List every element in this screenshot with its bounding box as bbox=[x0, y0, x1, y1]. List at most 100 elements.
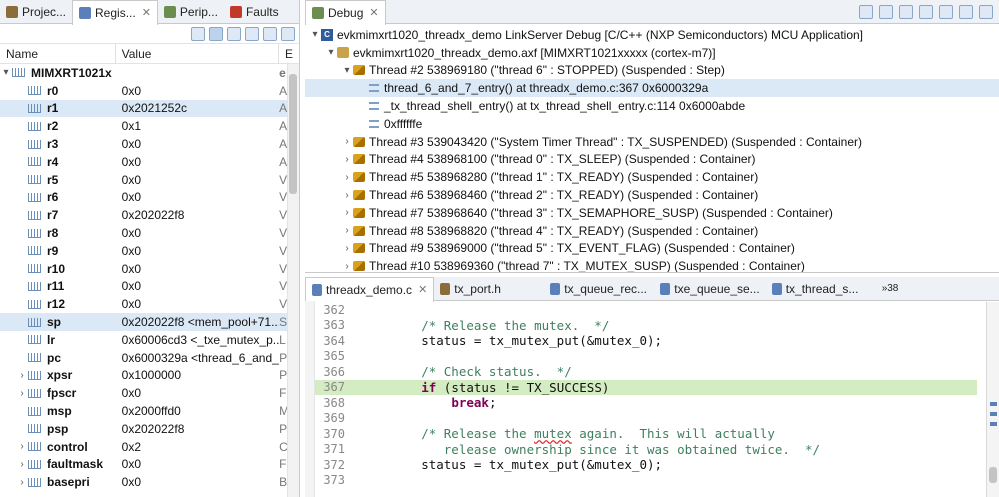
chevron-right-icon[interactable]: › bbox=[341, 243, 353, 254]
register-row-faultmask[interactable]: › faultmask 0x0 F bbox=[0, 456, 299, 474]
register-row-r0[interactable]: r0 0x0 A bbox=[0, 82, 299, 100]
thread-row[interactable]: › Thread #10 538969360 ("thread 7" : TX_M… bbox=[305, 257, 999, 272]
code-line[interactable]: 373 bbox=[315, 473, 977, 489]
register-value[interactable]: 0x0 bbox=[116, 279, 279, 293]
chevron-right-icon[interactable]: › bbox=[16, 459, 28, 470]
format-icon[interactable] bbox=[227, 26, 241, 41]
editor-tab[interactable]: tx_queue_rec... bbox=[544, 277, 654, 301]
overview-marker[interactable] bbox=[990, 412, 997, 416]
maximize-icon[interactable] bbox=[979, 5, 993, 19]
stack-frame-row[interactable]: thread_6_and_7_entry() at threadx_demo.c… bbox=[305, 79, 999, 98]
register-row-r7[interactable]: r7 0x202022f8 V bbox=[0, 206, 299, 224]
register-value[interactable]: 0x0 bbox=[116, 262, 279, 276]
new-group-icon[interactable] bbox=[245, 26, 259, 41]
remove-launch-icon[interactable] bbox=[859, 5, 873, 19]
root-row[interactable]: ▾ MIMXRT1021x e bbox=[0, 64, 299, 82]
register-row-r10[interactable]: r10 0x0 V bbox=[0, 260, 299, 278]
register-value[interactable]: 0x1 bbox=[116, 119, 279, 133]
register-value[interactable]: 0x0 bbox=[116, 297, 279, 311]
register-value[interactable]: 0x1000000 bbox=[116, 368, 279, 382]
code-line[interactable]: 369 bbox=[315, 411, 977, 427]
stack-frame-row[interactable]: 0xffffffe bbox=[305, 115, 999, 133]
close-icon[interactable]: ✕ bbox=[418, 283, 427, 296]
chevron-right-icon[interactable]: › bbox=[16, 388, 28, 399]
register-row-r5[interactable]: r5 0x0 V bbox=[0, 171, 299, 189]
chevron-right-icon[interactable]: › bbox=[341, 190, 353, 201]
register-row-lr[interactable]: lr 0x60006cd3 <_txe_mutex_p... L bbox=[0, 331, 299, 349]
register-value[interactable]: 0x0 bbox=[116, 84, 279, 98]
register-value[interactable]: 0x60006cd3 <_txe_mutex_p... bbox=[116, 333, 279, 347]
tab-peripherals[interactable]: Perip... bbox=[158, 0, 224, 24]
editor-tab[interactable]: threadx_demo.c ✕ bbox=[305, 277, 435, 302]
export-icon[interactable] bbox=[263, 26, 277, 41]
tab-faults[interactable]: Faults bbox=[224, 0, 285, 24]
chevron-right-icon[interactable]: › bbox=[341, 154, 353, 165]
close-icon[interactable]: ✕ bbox=[369, 6, 378, 19]
collapse-all-icon[interactable] bbox=[191, 26, 205, 41]
register-row-r11[interactable]: r11 0x0 V bbox=[0, 278, 299, 296]
register-value[interactable]: 0x0 bbox=[116, 244, 279, 258]
code-line[interactable]: 364 status = tx_mutex_put(&mutex_0); bbox=[315, 333, 977, 349]
thread-row[interactable]: › Thread #8 538968820 ("thread 4" : TX_RE… bbox=[305, 222, 999, 240]
thread-row[interactable]: › Thread #5 538968280 ("thread 1" : TX_RE… bbox=[305, 168, 999, 186]
register-value[interactable]: 0x0 bbox=[116, 226, 279, 240]
binary-row[interactable]: ▾ evkmimxrt1020_threadx_demo.axf [MIMXRT… bbox=[305, 44, 999, 62]
chevron-right-icon[interactable]: › bbox=[341, 207, 353, 218]
launch-row[interactable]: ▾ C evkmimxrt1020_threadx_demo LinkServe… bbox=[305, 26, 999, 44]
register-value[interactable]: 0x202022f8 <mem_pool+71... bbox=[116, 315, 279, 329]
register-row-basepri[interactable]: › basepri 0x0 B bbox=[0, 473, 299, 491]
register-value[interactable]: 0x0 bbox=[116, 155, 279, 169]
code-line[interactable]: 367 if (status != TX_SUCCESS) bbox=[315, 379, 977, 395]
editor-tab[interactable]: tx_port.h bbox=[434, 277, 544, 301]
chevron-right-icon[interactable]: › bbox=[16, 477, 28, 488]
register-row-r3[interactable]: r3 0x0 A bbox=[0, 135, 299, 153]
chevron-right-icon[interactable]: › bbox=[16, 370, 28, 381]
thread-row[interactable]: › Thread #3 539043420 ("System Timer Thre… bbox=[305, 133, 999, 151]
register-row-r12[interactable]: r12 0x0 V bbox=[0, 295, 299, 313]
register-row-msp[interactable]: msp 0x2000ffd0 M bbox=[0, 402, 299, 420]
thread-row[interactable]: › Thread #9 538969000 ("thread 5" : TX_EV… bbox=[305, 240, 999, 258]
thread-row[interactable]: › Thread #4 538968100 ("thread 0" : TX_SL… bbox=[305, 151, 999, 169]
register-value[interactable]: 0x2 bbox=[116, 440, 279, 454]
editor-tab[interactable]: tx_thread_s... bbox=[766, 277, 876, 301]
view-menu-icon[interactable] bbox=[281, 26, 295, 41]
editor-scroll-thumb[interactable] bbox=[989, 467, 997, 483]
name-column-header[interactable]: Name bbox=[0, 43, 116, 64]
register-row-r2[interactable]: r2 0x1 A bbox=[0, 117, 299, 135]
code-line[interactable]: 366 /* Check status. */ bbox=[315, 364, 977, 380]
register-row-r6[interactable]: r6 0x0 V bbox=[0, 189, 299, 207]
current-thread-row[interactable]: ▾ Thread #2 538969180 ("thread 6" : STOP… bbox=[305, 62, 999, 80]
step-filter-icon[interactable] bbox=[899, 5, 913, 19]
extra-column-header[interactable]: E bbox=[279, 44, 299, 64]
thread-row[interactable]: › Thread #7 538968640 ("thread 3" : TX_SE… bbox=[305, 204, 999, 222]
menu-icon[interactable] bbox=[939, 5, 953, 19]
register-value[interactable]: 0x6000329a <thread_6_and_... bbox=[116, 351, 279, 365]
remove-all-icon[interactable] bbox=[879, 5, 893, 19]
register-row-pc[interactable]: pc 0x6000329a <thread_6_and_... P bbox=[0, 349, 299, 367]
register-row-control[interactable]: › control 0x2 C bbox=[0, 438, 299, 456]
register-value[interactable]: 0x2000ffd0 bbox=[116, 404, 279, 418]
chevron-down-icon[interactable]: ▾ bbox=[325, 47, 337, 58]
register-row-xpsr[interactable]: › xpsr 0x1000000 P bbox=[0, 367, 299, 385]
chevron-right-icon[interactable]: › bbox=[341, 261, 353, 272]
minimize-icon[interactable] bbox=[959, 5, 973, 19]
register-row-fpscr[interactable]: › fpscr 0x0 F bbox=[0, 384, 299, 402]
chevron-right-icon[interactable]: › bbox=[341, 136, 353, 147]
overview-marker[interactable] bbox=[990, 422, 997, 426]
collapse-icon[interactable] bbox=[919, 5, 933, 19]
code-line[interactable]: 363 /* Release the mutex. */ bbox=[315, 318, 977, 334]
overview-marker[interactable] bbox=[990, 402, 997, 406]
register-value[interactable]: 0x0 bbox=[116, 475, 279, 489]
scrollbar-thumb[interactable] bbox=[289, 74, 297, 194]
chevron-right-icon[interactable]: › bbox=[341, 225, 353, 236]
stack-frame-row[interactable]: _tx_thread_shell_entry() at tx_thread_sh… bbox=[305, 97, 999, 115]
register-row-r8[interactable]: r8 0x0 V bbox=[0, 224, 299, 242]
close-icon[interactable]: ✕ bbox=[142, 6, 151, 19]
register-value[interactable]: 0x202022f8 bbox=[116, 422, 279, 436]
code-line[interactable]: 362 bbox=[315, 302, 977, 318]
register-value[interactable]: 0x0 bbox=[116, 173, 279, 187]
register-row-r4[interactable]: r4 0x0 A bbox=[0, 153, 299, 171]
register-value[interactable]: 0x202022f8 bbox=[116, 208, 279, 222]
code-line[interactable]: 370 /* Release the mutex again. This wil… bbox=[315, 426, 977, 442]
tab-project[interactable]: Projec... bbox=[0, 0, 72, 24]
